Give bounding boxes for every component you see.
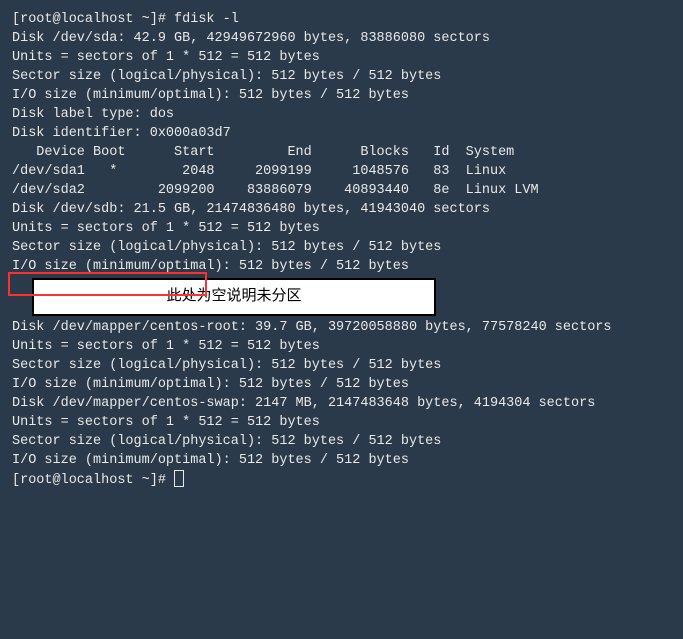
partition-header: Device Boot Start End Blocks Id System [12, 143, 671, 162]
sdb-disk-rest: , 21474836480 bytes, 41943040 sectors [190, 202, 490, 217]
sda-disk-line: Disk /dev/sda: 42.9 GB, 42949672960 byte… [12, 29, 671, 48]
annotation-callout: 此处为空说明未分区 [32, 278, 436, 316]
sda-sector-line: Sector size (logical/physical): 512 byte… [12, 67, 671, 86]
sdb-disk-highlighted: Disk /dev/sdb: 21.5 GB [12, 202, 190, 217]
prompt-text: [root@localhost ~]# [12, 473, 174, 488]
sda-io-line: I/O size (minimum/optimal): 512 bytes / … [12, 86, 671, 105]
terminal-output[interactable]: [root@localhost ~]# fdisk -l Disk /dev/s… [0, 0, 683, 500]
sdb-units-line: Units = sectors of 1 * 512 = 512 bytes [12, 219, 671, 238]
mapper-swap-disk-line: Disk /dev/mapper/centos-swap: 2147 MB, 2… [12, 394, 671, 413]
partition-row: /dev/sda1 * 2048 2099199 1048576 83 Linu… [12, 162, 671, 181]
prompt-line[interactable]: [root@localhost ~]# [12, 470, 671, 490]
mapper-root-sector-line: Sector size (logical/physical): 512 byte… [12, 356, 671, 375]
sda-units-line: Units = sectors of 1 * 512 = 512 bytes [12, 48, 671, 67]
sdb-disk-line: Disk /dev/sdb: 21.5 GB, 21474836480 byte… [12, 200, 671, 219]
sdb-sector-line: Sector size (logical/physical): 512 byte… [12, 238, 671, 257]
partition-row: /dev/sda2 2099200 83886079 40893440 8e L… [12, 181, 671, 200]
sdb-io-line: I/O size (minimum/optimal): 512 bytes / … [12, 257, 671, 276]
sda-labeltype-line: Disk label type: dos [12, 105, 671, 124]
mapper-swap-io-line: I/O size (minimum/optimal): 512 bytes / … [12, 451, 671, 470]
mapper-root-units-line: Units = sectors of 1 * 512 = 512 bytes [12, 337, 671, 356]
mapper-swap-sector-line: Sector size (logical/physical): 512 byte… [12, 432, 671, 451]
sda-identifier-line: Disk identifier: 0x000a03d7 [12, 124, 671, 143]
mapper-root-disk-line: Disk /dev/mapper/centos-root: 39.7 GB, 3… [12, 318, 671, 337]
mapper-swap-units-line: Units = sectors of 1 * 512 = 512 bytes [12, 413, 671, 432]
cursor [174, 470, 184, 487]
prompt-line: [root@localhost ~]# fdisk -l [12, 10, 671, 29]
mapper-root-io-line: I/O size (minimum/optimal): 512 bytes / … [12, 375, 671, 394]
